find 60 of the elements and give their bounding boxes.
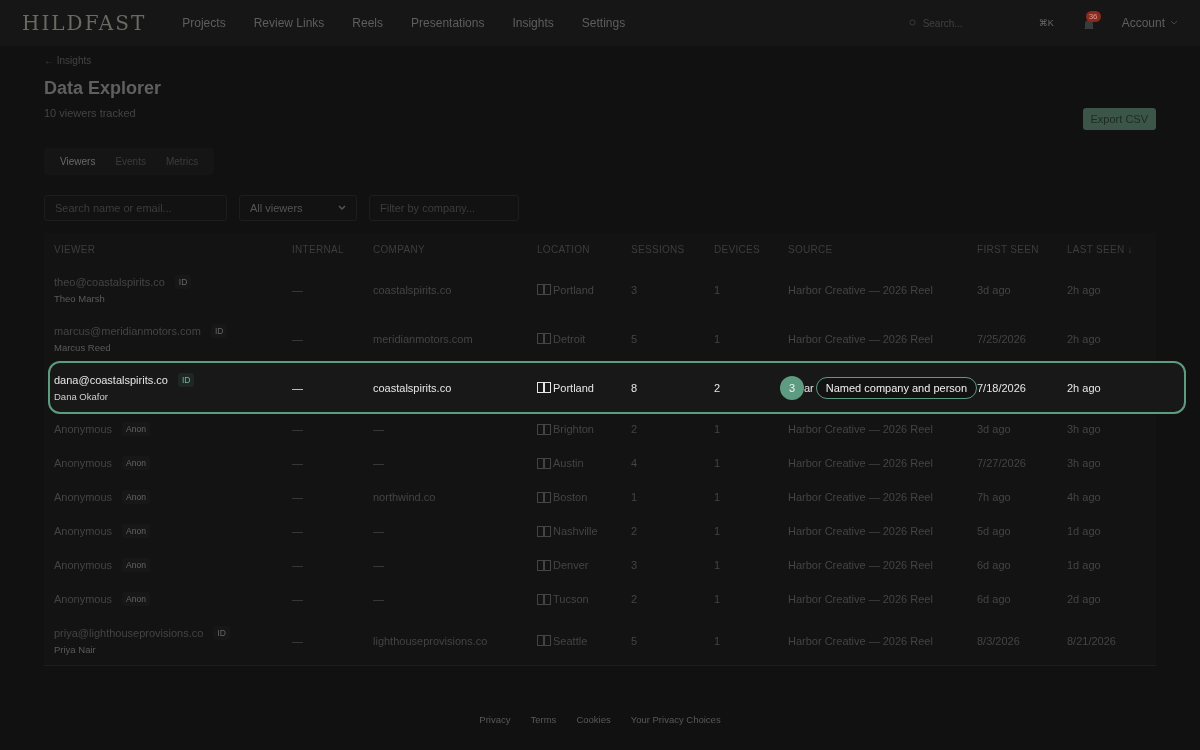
viewer-tag: Anon xyxy=(122,558,150,572)
table-cell: — xyxy=(373,593,384,605)
location-text: Portland xyxy=(553,381,594,394)
viewer-name: Theo Marsh xyxy=(54,293,106,304)
brand-logo[interactable]: HILDFAST xyxy=(22,11,147,35)
table-cell: — xyxy=(292,559,303,571)
notification-count: 36 xyxy=(1085,11,1101,22)
table-cell: — xyxy=(292,283,303,296)
table-cell: — xyxy=(292,423,303,435)
table-cell: — xyxy=(292,491,303,503)
step-marker: 3 xyxy=(780,375,804,400)
table-cell: — xyxy=(373,525,384,537)
table-cell: — xyxy=(292,634,303,647)
table-cell: — xyxy=(292,457,303,469)
viewer-name: Dana Okafor xyxy=(54,391,109,402)
nav-link[interactable]: Presentations xyxy=(411,16,485,30)
table-cell: — xyxy=(373,559,384,571)
table-cell: — xyxy=(292,332,303,345)
table-cell: — xyxy=(292,593,303,605)
viewer-tag: Anon xyxy=(122,422,150,436)
nav-link[interactable]: Insights xyxy=(512,16,554,30)
viewer-name: Marcus Reed xyxy=(54,342,112,353)
page-title: Data Explorer xyxy=(44,78,162,99)
callout-label: Named company and person xyxy=(815,376,978,399)
table-cell: ar xyxy=(804,381,814,394)
table-cell: — xyxy=(373,423,384,435)
footer-link[interactable]: Your Privacy Choices xyxy=(630,714,721,725)
viewer-name: Priya Nair xyxy=(54,644,97,655)
viewer-tag: Anon xyxy=(122,490,150,504)
footer-link[interactable]: Cookies xyxy=(576,714,611,725)
table-cell: — xyxy=(292,381,303,394)
viewer-tag: ID xyxy=(213,626,230,640)
caret-icon xyxy=(1170,20,1178,26)
shortcut-hint: ⌘K xyxy=(1038,18,1054,28)
table-cell: 8 xyxy=(631,381,638,394)
table-cell: coastalspirits.co xyxy=(373,381,452,394)
nav-link[interactable]: Settings xyxy=(581,16,626,30)
viewer-tag: Anon xyxy=(122,524,150,538)
viewer-email: dana@coastalspirits.co xyxy=(54,374,168,386)
viewer-tag: Anon xyxy=(122,456,150,470)
tab[interactable]: Viewers xyxy=(52,154,104,169)
footer-link[interactable]: Terms xyxy=(530,714,557,725)
table-cell: 7/18/2026 xyxy=(977,381,1026,394)
nav-link[interactable]: Reels xyxy=(352,16,384,30)
nav-link[interactable]: Projects xyxy=(182,16,226,30)
table-cell: 2h ago xyxy=(1067,381,1101,394)
viewer-tag: ID xyxy=(174,275,192,289)
account-menu[interactable]: Account xyxy=(1121,16,1165,30)
table-cell: 2 xyxy=(714,381,721,394)
viewer-tag: ID xyxy=(177,373,195,387)
search-icon xyxy=(908,19,917,27)
table-cell: — xyxy=(292,525,303,537)
viewer-tag: Anon xyxy=(122,592,150,606)
table-cell: — xyxy=(373,457,384,469)
viewer-tag: ID xyxy=(210,324,228,338)
viewer-dropdown[interactable]: All viewers xyxy=(239,195,357,221)
chevron-icon xyxy=(338,205,346,211)
highlighted-row[interactable]: dana@coastalspirits.co ID Dana Okafor — coastalspirits.co Portland 8 2 3 ar Named company and person 7/18/2026 2h ago xyxy=(50,363,1184,412)
nav-link[interactable]: Review Links xyxy=(253,16,325,30)
footer-link[interactable]: Privacy xyxy=(479,714,511,725)
